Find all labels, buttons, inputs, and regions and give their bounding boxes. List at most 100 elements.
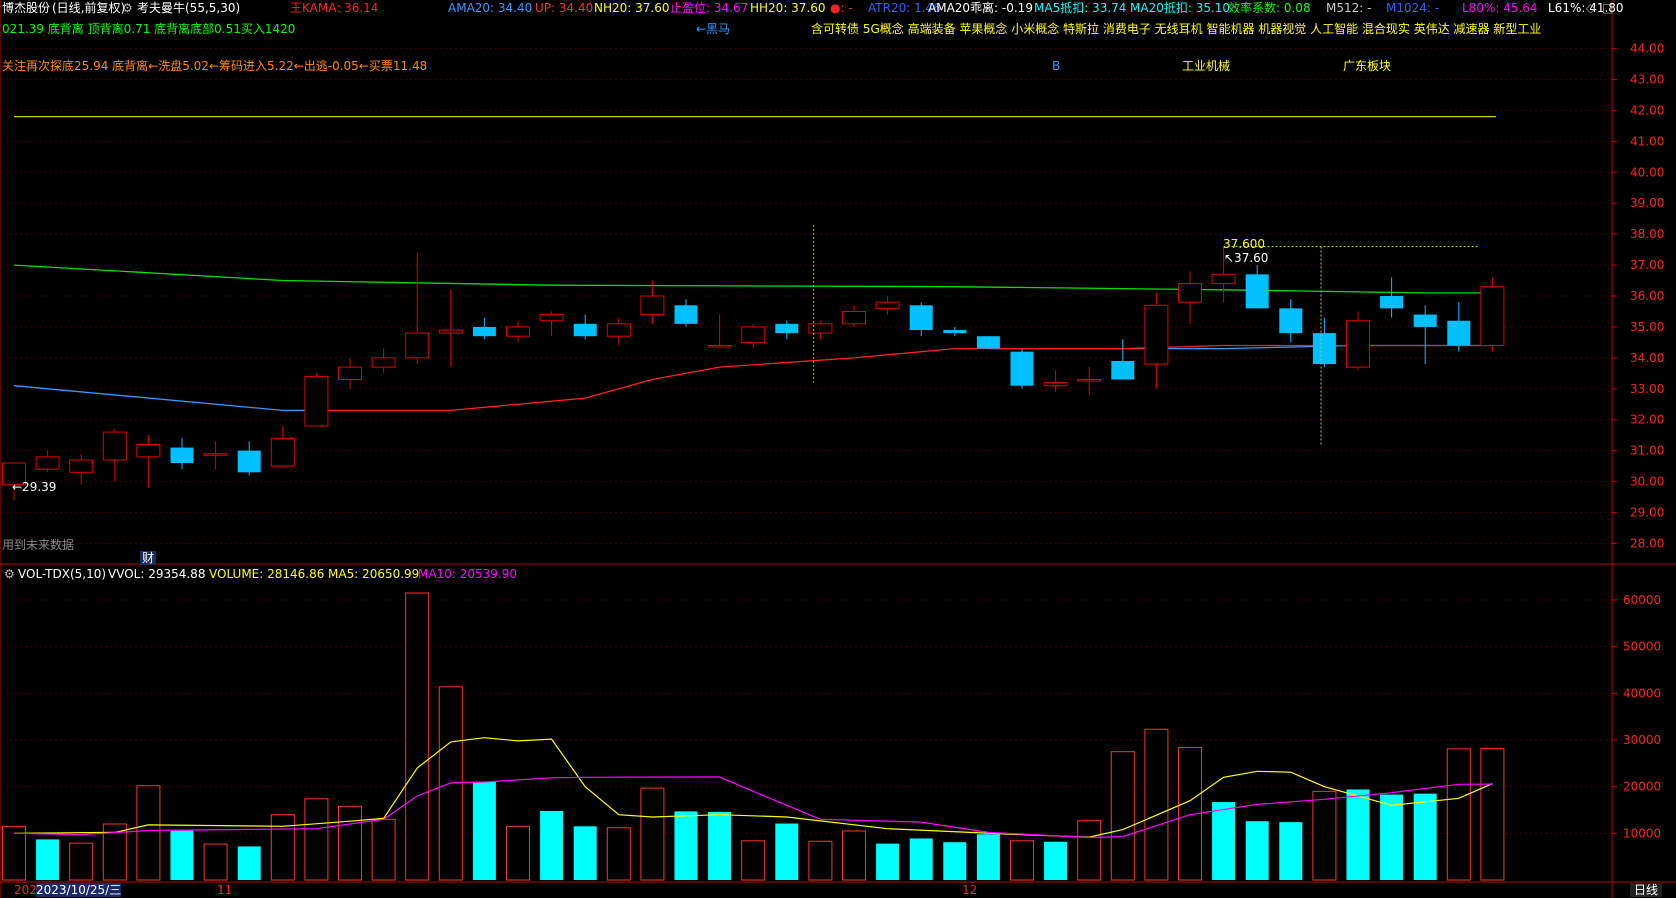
volume-indicator-name[interactable]: VOL-TDX(5,10) (18, 567, 106, 581)
volume-bar-up (1077, 820, 1102, 881)
candle-body-up (1077, 379, 1102, 382)
candle-body-down (1010, 351, 1034, 386)
candle (674, 299, 698, 327)
annotations-layer (14, 116, 1496, 445)
candle-body-up (69, 459, 94, 473)
diamond-icon[interactable]: ◇ (1586, 1, 1595, 15)
square-icon[interactable]: □ (1602, 1, 1613, 15)
volume-bar-down (170, 830, 194, 880)
volume-bar-down (573, 826, 597, 880)
candle (707, 314, 732, 348)
candle-body-up (808, 323, 833, 334)
candle-body-up (1211, 273, 1236, 285)
price-tick-label: 29.00 (1630, 506, 1664, 520)
period-tab-daily[interactable]: 日线 (1630, 883, 1663, 897)
candle (842, 305, 866, 327)
price-tick-label: 44.00 (1630, 42, 1664, 56)
volume-ma-lines (13, 737, 1493, 839)
volume-bar-up (203, 843, 228, 881)
kline-chart[interactable]: 28.00 29.00 30.00 31.00 32.00 33.00 34.00 35.00… (0, 0, 1676, 898)
candle (136, 435, 161, 488)
candle (808, 320, 833, 340)
volume-bars (2, 592, 1505, 881)
stop-profit-value: 止盈位: 34.67 (670, 1, 749, 15)
grid-lines (0, 48, 1612, 834)
volume-bar-down (1212, 802, 1236, 880)
candle (1447, 302, 1471, 352)
volume-bar-up (1312, 790, 1337, 881)
candle-body-down (674, 305, 698, 324)
ma5-offset-value: MA5抵扣: 33.74 (1034, 1, 1127, 15)
volume-bar-down (775, 823, 799, 880)
region-label[interactable]: 广东板块 (1343, 59, 1391, 73)
volume-bar-up (69, 842, 94, 881)
volume-bar-down (876, 843, 900, 880)
candle-body-up (371, 357, 396, 368)
candle-body-up (270, 437, 295, 467)
volume-value: VOLUME: 28146.86 (209, 567, 325, 581)
candle (875, 296, 900, 315)
candle-body-down (1312, 333, 1336, 365)
candle-body-up (338, 366, 362, 381)
ama20-deviation-value: AMA20乖离: -0.19 (928, 1, 1033, 15)
candle (741, 323, 766, 349)
vvol-value: VVOL: 29354.88 (108, 567, 206, 581)
candle-body-up (35, 456, 60, 470)
volume-gear-icon[interactable]: ⚙ (4, 567, 15, 581)
volume-bar-up (371, 818, 396, 881)
concept-tags[interactable]: 含可转债 5G概念 高端装备 苹果概念 小米概念 特斯拉 消费电子 无线耳机 智… (811, 22, 1541, 36)
candle (35, 450, 60, 473)
candle (1178, 271, 1202, 324)
future-data-note: 用到未来数据 (2, 538, 75, 552)
volume-bar-down (1413, 793, 1437, 880)
volume-bar-down (1380, 794, 1404, 880)
volume-bar-down (943, 842, 967, 880)
vol-ma10-value: MA10: 20539.90 (418, 567, 517, 581)
month-12-label: 12 (962, 883, 978, 897)
candle-body-down (1447, 320, 1471, 346)
volume-bar-up (1010, 840, 1034, 881)
candle-body-up (506, 326, 530, 337)
volume-bar-up (640, 787, 665, 881)
price-tick-label: 32.00 (1630, 413, 1664, 427)
candle-body-up (741, 326, 766, 343)
candle (438, 289, 463, 368)
candle (102, 429, 127, 482)
candle (1245, 265, 1269, 309)
volume-bar-up (842, 830, 866, 881)
price-tick-label: 43.00 (1630, 72, 1664, 86)
candle (405, 252, 430, 365)
volume-bar-down (540, 810, 564, 880)
m1024-value: M1024: - (1386, 1, 1440, 15)
candle (371, 348, 396, 374)
candle-body-down (1279, 308, 1303, 334)
volume-tick-label: 50000 (1623, 640, 1661, 654)
volume-bar-down (674, 811, 698, 880)
ma20-offset-value: MA20抵扣: 35.10 (1130, 1, 1231, 15)
kama-value: 王KAMA: 36.14 (290, 1, 379, 15)
indicator-name[interactable]: 考夫曼牛(55,5,30) (137, 1, 240, 15)
volume-bar-up (136, 785, 161, 881)
candle-body-up (606, 323, 631, 337)
volume-bar-up (270, 814, 295, 881)
volume-bar-up (2, 825, 26, 881)
candle (1010, 348, 1034, 389)
candle-body-up (1178, 283, 1202, 303)
indicator-gear-icon[interactable]: ⚙ (122, 1, 133, 15)
candle (1279, 299, 1303, 343)
high-price-label: 37.600 (1223, 237, 1265, 251)
price-tick-label: 40.00 (1630, 165, 1664, 179)
candle (1144, 292, 1169, 389)
finance-badge[interactable]: 财 (140, 551, 157, 565)
price-tick-label: 35.00 (1630, 320, 1664, 334)
high-price-arrow: ↖37.60 (1224, 251, 1269, 265)
candle (909, 302, 933, 337)
candle-body-up (842, 310, 866, 325)
candle (775, 320, 799, 340)
industry-label[interactable]: 工业机械 (1182, 59, 1230, 73)
volume-bar-down (909, 838, 933, 880)
candle (472, 317, 496, 340)
candle (1043, 370, 1068, 392)
volume-bar-up (506, 825, 530, 881)
candle-body-up (438, 329, 463, 334)
